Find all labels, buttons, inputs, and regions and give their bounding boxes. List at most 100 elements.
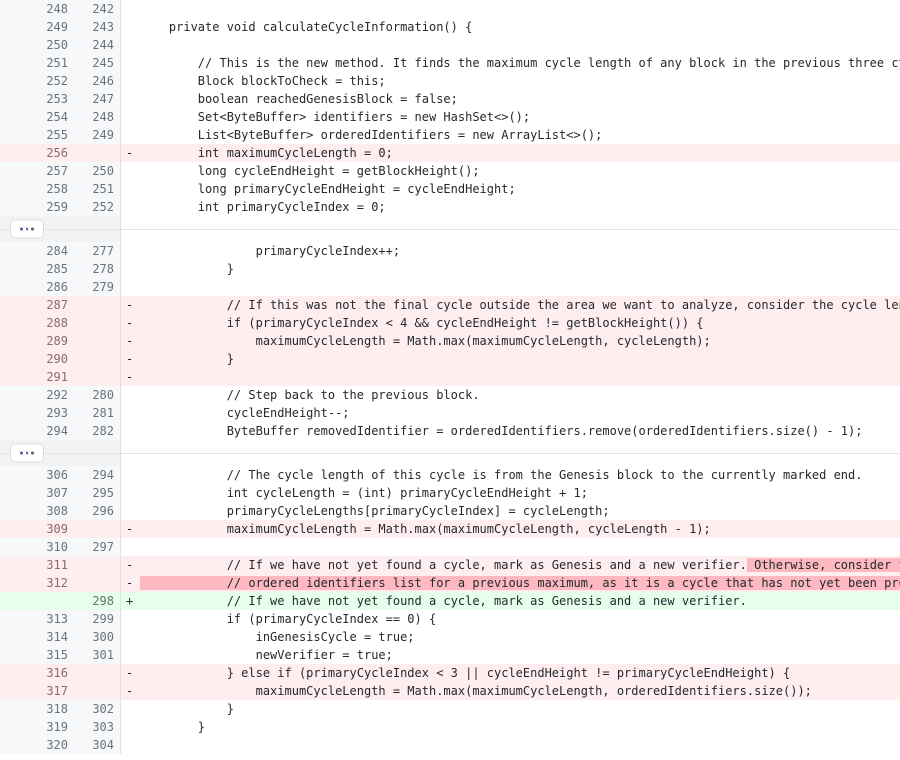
line-number-old[interactable]: 288 (0, 314, 74, 332)
line-number-new[interactable]: 245 (74, 54, 121, 72)
line-number-new[interactable]: 244 (74, 36, 121, 54)
line-number-old[interactable]: 287 (0, 296, 74, 314)
diff-line-context[interactable]: 306 294 // The cycle length of this cycle… (0, 466, 900, 484)
diff-line-context[interactable]: 284 277 primaryCycleIndex++; (0, 242, 900, 260)
expand-hidden-lines-button[interactable] (10, 443, 44, 463)
line-number-old[interactable]: 248 (0, 0, 74, 18)
line-number-old[interactable]: 291 (0, 368, 74, 386)
line-number-old[interactable]: 252 (0, 72, 74, 90)
line-number-new[interactable]: 298 (74, 592, 121, 610)
line-number-new[interactable]: 278 (74, 260, 121, 278)
line-number-new[interactable]: 282 (74, 422, 121, 440)
line-number-old[interactable]: 258 (0, 180, 74, 198)
diff-line-context[interactable]: 318 302 } (0, 700, 900, 718)
diff-line-deleted[interactable]: 312 - // ordered identifiers list for a p… (0, 574, 900, 592)
line-number-old[interactable]: 250 (0, 36, 74, 54)
diff-line-context[interactable]: 285 278 } (0, 260, 900, 278)
line-number-old[interactable]: 317 (0, 682, 74, 700)
diff-line-context[interactable]: 248 242 (0, 0, 900, 18)
diff-line-deleted[interactable]: 311 - // If we have not yet found a cycle… (0, 556, 900, 574)
diff-line-context[interactable]: 314 300 inGenesisCycle = true; (0, 628, 900, 646)
diff-line-context[interactable]: 293 281 cycleEndHeight--; (0, 404, 900, 422)
line-number-old[interactable]: 293 (0, 404, 74, 422)
line-number-old[interactable]: 314 (0, 628, 74, 646)
line-number-new[interactable] (74, 574, 121, 592)
diff-line-context[interactable]: 292 280 // Step back to the previous bloc… (0, 386, 900, 404)
line-number-new[interactable]: 296 (74, 502, 121, 520)
line-number-new[interactable]: 252 (74, 198, 121, 216)
diff-line-context[interactable]: 250 244 (0, 36, 900, 54)
diff-line-context[interactable]: 313 299 if (primaryCycleIndex == 0) { (0, 610, 900, 628)
diff-line-deleted[interactable]: 288 - if (primaryCycleIndex < 4 && cycleE… (0, 314, 900, 332)
diff-line-context[interactable]: 259 252 int primaryCycleIndex = 0; (0, 198, 900, 216)
diff-line-context[interactable]: 308 296 primaryCycleLengths[primaryCycleI… (0, 502, 900, 520)
line-number-new[interactable]: 251 (74, 180, 121, 198)
line-number-new[interactable]: 249 (74, 126, 121, 144)
line-number-old[interactable]: 307 (0, 484, 74, 502)
line-number-old[interactable]: 308 (0, 502, 74, 520)
diff-line-context[interactable]: 315 301 newVerifier = true; (0, 646, 900, 664)
diff-line-context[interactable]: 294 282 ByteBuffer removedIdentifier = or… (0, 422, 900, 440)
diff-line-context[interactable]: 307 295 int cycleLength = (int) primaryCy… (0, 484, 900, 502)
diff-line-context[interactable]: 254 248 Set<ByteBuffer> identifiers = new… (0, 108, 900, 126)
line-number-new[interactable]: 297 (74, 538, 121, 556)
line-number-old[interactable]: 306 (0, 466, 74, 484)
line-number-new[interactable] (74, 332, 121, 350)
line-number-old[interactable]: 255 (0, 126, 74, 144)
line-number-new[interactable] (74, 350, 121, 368)
diff-line-deleted[interactable]: 256 - int maximumCycleLength = 0; (0, 144, 900, 162)
diff-expander-row[interactable] (0, 440, 900, 466)
diff-expander-row[interactable] (0, 216, 900, 242)
line-number-old[interactable]: 316 (0, 664, 74, 682)
line-number-old[interactable]: 318 (0, 700, 74, 718)
diff-line-deleted[interactable]: 289 - maximumCycleLength = Math.max(maxim… (0, 332, 900, 350)
expand-hidden-lines-button[interactable] (10, 219, 44, 239)
line-number-old[interactable]: 309 (0, 520, 74, 538)
line-number-new[interactable]: 246 (74, 72, 121, 90)
expander-body[interactable] (120, 216, 900, 242)
line-number-new[interactable]: 277 (74, 242, 121, 260)
line-number-new[interactable]: 281 (74, 404, 121, 422)
line-number-new[interactable]: 242 (74, 0, 121, 18)
line-number-new[interactable]: 243 (74, 18, 121, 36)
line-number-old[interactable]: 284 (0, 242, 74, 260)
line-number-new[interactable]: 302 (74, 700, 121, 718)
diff-line-deleted[interactable]: 317 - maximumCycleLength = Math.max(maxim… (0, 682, 900, 700)
line-number-old[interactable]: 251 (0, 54, 74, 72)
expander-body[interactable] (120, 440, 900, 466)
line-number-new[interactable]: 303 (74, 718, 121, 736)
line-number-old[interactable]: 310 (0, 538, 74, 556)
diff-line-context[interactable]: 320 304 (0, 736, 900, 754)
line-number-new[interactable]: 247 (74, 90, 121, 108)
diff-line-deleted[interactable]: 291 - (0, 368, 900, 386)
line-number-old[interactable]: 311 (0, 556, 74, 574)
line-number-new[interactable]: 299 (74, 610, 121, 628)
line-number-old[interactable]: 249 (0, 18, 74, 36)
line-number-old[interactable]: 253 (0, 90, 74, 108)
diff-line-context[interactable]: 252 246 Block blockToCheck = this; (0, 72, 900, 90)
diff-line-context[interactable]: 253 247 boolean reachedGenesisBlock = fal… (0, 90, 900, 108)
diff-line-added[interactable]: 298 + // If we have not yet found a cycle… (0, 592, 900, 610)
line-number-old[interactable]: 320 (0, 736, 74, 754)
line-number-new[interactable]: 280 (74, 386, 121, 404)
diff-line-context[interactable]: 251 245 // This is the new method. It fin… (0, 54, 900, 72)
line-number-old[interactable]: 259 (0, 198, 74, 216)
line-number-old[interactable]: 290 (0, 350, 74, 368)
line-number-old[interactable] (0, 592, 74, 610)
line-number-old[interactable]: 285 (0, 260, 74, 278)
line-number-new[interactable] (74, 144, 121, 162)
line-number-new[interactable]: 279 (74, 278, 121, 296)
line-number-new[interactable]: 250 (74, 162, 121, 180)
line-number-old[interactable]: 256 (0, 144, 74, 162)
diff-line-context[interactable]: 258 251 long primaryCycleEndHeight = cycl… (0, 180, 900, 198)
line-number-new[interactable]: 248 (74, 108, 121, 126)
line-number-new[interactable] (74, 556, 121, 574)
line-number-old[interactable]: 289 (0, 332, 74, 350)
diff-line-context[interactable]: 255 249 List<ByteBuffer> orderedIdentifie… (0, 126, 900, 144)
line-number-new[interactable] (74, 664, 121, 682)
line-number-old[interactable]: 286 (0, 278, 74, 296)
line-number-new[interactable]: 304 (74, 736, 121, 754)
line-number-old[interactable]: 292 (0, 386, 74, 404)
line-number-new[interactable]: 294 (74, 466, 121, 484)
line-number-new[interactable] (74, 682, 121, 700)
